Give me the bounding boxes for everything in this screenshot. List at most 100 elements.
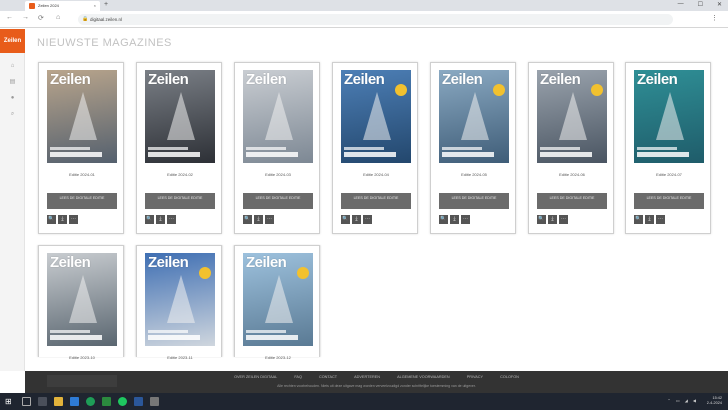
read-edition-button[interactable]: LEES DE DIGITALE EDITIE — [145, 193, 215, 209]
download-icon[interactable]: ⤓ — [352, 215, 361, 224]
download-icon[interactable]: ⤓ — [450, 215, 459, 224]
cover-brand: Zeilen — [50, 254, 91, 271]
magazine-cover[interactable]: Zeilen — [243, 70, 313, 163]
url-field[interactable]: 🔒 digitaal.zeilen.nl — [78, 14, 673, 25]
magazine-cover[interactable]: Zeilen — [537, 70, 607, 163]
more-icon[interactable]: ⋯ — [656, 215, 665, 224]
footer-link[interactable]: COLOFON — [500, 375, 519, 379]
cover-headline — [148, 152, 200, 157]
more-icon[interactable]: ⋯ — [167, 215, 176, 224]
zoom-icon[interactable]: 🔍 — [439, 215, 448, 224]
cover-headline — [540, 152, 592, 157]
zoom-icon[interactable]: 🔍 — [634, 215, 643, 224]
cover-subheadline — [50, 147, 90, 150]
search-taskbar-icon[interactable] — [22, 397, 31, 406]
edge-icon[interactable] — [70, 397, 79, 406]
clock-date: 2-4-2024 — [706, 401, 722, 405]
read-edition-button[interactable]: LEES DE DIGITALE EDITIE — [47, 193, 117, 209]
magazine-card[interactable]: Zeilen Editie 2023-11 — [136, 245, 222, 360]
minimize-button[interactable]: — — [678, 1, 684, 8]
magazine-date: Editie 2024-05 — [461, 172, 487, 177]
zoom-icon[interactable]: 🔍 — [341, 215, 350, 224]
footer-links: OVER ZEILEN DIGITAAL FAQ CONTACT ADVERTE… — [25, 375, 728, 379]
site-logo[interactable]: Zeilen — [0, 29, 25, 53]
archive-nav-icon[interactable]: ▤ — [9, 79, 16, 86]
magazine-card[interactable]: Zeilen Editie 2024-05 LEES DE DIGITALE EDI… — [430, 62, 516, 234]
cover-subheadline — [442, 147, 482, 150]
magazine-cover[interactable]: Zeilen — [145, 253, 215, 346]
download-icon[interactable]: ⤓ — [645, 215, 654, 224]
read-edition-button[interactable]: LEES DE DIGITALE EDITIE — [439, 193, 509, 209]
os-taskbar: ⊞ ⌃ ▭ ◢ ◀ 15:42 2-4-2024 — [0, 393, 728, 410]
magazine-cover[interactable]: Zeilen — [634, 70, 704, 163]
magazine-card[interactable]: Zeilen Editie 2024-07 LEES DE DIGITALE EDI… — [625, 62, 711, 234]
zoom-icon[interactable]: 🔍 — [47, 215, 56, 224]
user-nav-icon[interactable]: ● — [9, 95, 16, 102]
zoom-icon[interactable]: 🔍 — [243, 215, 252, 224]
more-icon[interactable]: ⋯ — [69, 215, 78, 224]
search-nav-icon[interactable]: ⌕ — [9, 111, 16, 118]
chrome-icon[interactable] — [86, 397, 95, 406]
download-icon[interactable]: ⤓ — [254, 215, 263, 224]
cover-subheadline — [637, 147, 677, 150]
read-edition-button[interactable]: LEES DE DIGITALE EDITIE — [537, 193, 607, 209]
file-explorer-icon[interactable] — [54, 397, 63, 406]
magazine-card[interactable]: Zeilen Editie 2023-10 — [38, 245, 124, 360]
reload-icon[interactable]: ⟳ — [38, 14, 44, 22]
footer-link[interactable]: FAQ — [294, 375, 302, 379]
magazine-cover[interactable]: Zeilen — [341, 70, 411, 163]
footer-link[interactable]: OVER ZEILEN DIGITAAL — [234, 375, 277, 379]
browser-tab[interactable]: Zeilen 2024 × — [25, 1, 100, 11]
task-view-icon[interactable] — [38, 397, 47, 406]
footer-link[interactable]: ADVERTEREN — [354, 375, 380, 379]
word-icon[interactable] — [134, 397, 143, 406]
zoom-icon[interactable]: 🔍 — [145, 215, 154, 224]
footer-link[interactable]: PRIVACY — [467, 375, 483, 379]
tab-close-icon[interactable]: × — [94, 3, 96, 8]
magazine-cover[interactable]: Zeilen — [47, 70, 117, 163]
home-nav-icon[interactable]: ⌂ — [9, 63, 16, 70]
new-tab-button[interactable]: + — [104, 1, 108, 8]
cover-subheadline — [246, 147, 286, 150]
url-text: digitaal.zeilen.nl — [90, 17, 123, 22]
more-icon[interactable]: ⋯ — [265, 215, 274, 224]
app-icon[interactable] — [150, 397, 159, 406]
windows-start-icon[interactable]: ⊞ — [5, 397, 12, 406]
magazine-cover[interactable]: Zeilen — [439, 70, 509, 163]
home-icon[interactable]: ⌂ — [56, 14, 60, 21]
more-icon[interactable]: ⋯ — [363, 215, 372, 224]
clock[interactable]: 15:42 2-4-2024 — [707, 396, 722, 406]
footer-link[interactable]: CONTACT — [319, 375, 337, 379]
magazine-cover[interactable]: Zeilen — [145, 70, 215, 163]
close-window-button[interactable]: ✕ — [717, 1, 722, 8]
magazine-card[interactable]: Zeilen Editie 2024-04 LEES DE DIGITALE EDI… — [332, 62, 418, 234]
magazine-card[interactable]: Zeilen Editie 2024-01 LEES DE DIGITALE EDI… — [38, 62, 124, 234]
download-icon[interactable]: ⤓ — [156, 215, 165, 224]
forward-icon[interactable]: → — [22, 14, 29, 21]
magazine-card[interactable]: Zeilen Editie 2023-12 — [234, 245, 320, 360]
magazine-date: Editie 2024-06 — [559, 172, 585, 177]
system-tray-icons[interactable]: ⌃ ▭ ◢ ◀ — [667, 398, 698, 403]
download-icon[interactable]: ⤓ — [58, 215, 67, 224]
cover-subheadline — [148, 330, 188, 333]
more-icon[interactable]: ⋯ — [461, 215, 470, 224]
maximize-button[interactable]: ☐ — [698, 1, 703, 8]
zoom-icon[interactable]: 🔍 — [537, 215, 546, 224]
magazine-cover[interactable]: Zeilen — [47, 253, 117, 346]
read-edition-button[interactable]: LEES DE DIGITALE EDITIE — [243, 193, 313, 209]
cover-headline — [148, 335, 200, 340]
magazine-cover[interactable]: Zeilen — [243, 253, 313, 346]
lock-icon: 🔒 — [82, 16, 89, 22]
magazine-card[interactable]: Zeilen Editie 2024-02 LEES DE DIGITALE EDI… — [136, 62, 222, 234]
browser-menu-icon[interactable]: ⋮ — [711, 14, 718, 22]
more-icon[interactable]: ⋯ — [559, 215, 568, 224]
magazine-card[interactable]: Zeilen Editie 2024-03 LEES DE DIGITALE EDI… — [234, 62, 320, 234]
read-edition-button[interactable]: LEES DE DIGITALE EDITIE — [634, 193, 704, 209]
read-edition-button[interactable]: LEES DE DIGITALE EDITIE — [341, 193, 411, 209]
footer-link[interactable]: ALGEMENE VOORWAARDEN — [397, 375, 450, 379]
back-icon[interactable]: ← — [6, 14, 13, 21]
spotify-icon[interactable] — [118, 397, 127, 406]
download-icon[interactable]: ⤓ — [548, 215, 557, 224]
magazine-card[interactable]: Zeilen Editie 2024-06 LEES DE DIGITALE EDI… — [528, 62, 614, 234]
excel-icon[interactable] — [102, 397, 111, 406]
